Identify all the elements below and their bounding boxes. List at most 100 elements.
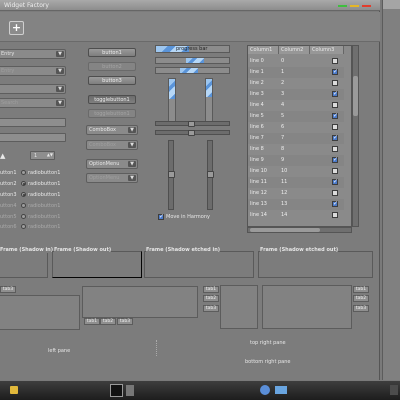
dropdown-arrow-icon[interactable]: ▼ bbox=[56, 86, 64, 92]
cell-checkbox[interactable] bbox=[332, 146, 338, 152]
notebook3-tab[interactable]: tab1 bbox=[203, 286, 219, 293]
dropdown-arrow-icon[interactable]: ▼ bbox=[128, 161, 136, 167]
table-row[interactable]: line 12 12 bbox=[248, 188, 344, 199]
terminal-icon[interactable] bbox=[110, 384, 123, 397]
table-row[interactable]: line 7 7 bbox=[248, 133, 344, 144]
vscale-1[interactable] bbox=[168, 140, 175, 210]
table-row[interactable]: line 13 13 bbox=[248, 199, 344, 210]
cell-checkbox[interactable] bbox=[332, 124, 338, 130]
column-header-3[interactable]: Column3 bbox=[310, 46, 344, 54]
scale-handle[interactable] bbox=[188, 130, 195, 136]
app-icon[interactable] bbox=[126, 385, 134, 396]
cell-checkbox[interactable] bbox=[332, 102, 338, 108]
notebook2-tab[interactable]: tab2 bbox=[100, 318, 116, 325]
pane-handle[interactable] bbox=[156, 340, 159, 356]
search-combo[interactable]: Search ▼ bbox=[0, 98, 66, 108]
dropdown-arrow-icon[interactable]: ▼ bbox=[56, 100, 64, 106]
notebook4-tab[interactable]: tab3 bbox=[353, 305, 369, 312]
radio-1[interactable] bbox=[21, 170, 26, 175]
column-header-1[interactable]: Column1 bbox=[248, 46, 279, 54]
scale-handle[interactable] bbox=[207, 171, 214, 178]
table-row[interactable]: line 14 14 bbox=[248, 210, 344, 221]
main-window: Widget Factory + Entry ▼ Entry ▼ ▼ Searc… bbox=[0, 0, 380, 380]
radio-3[interactable] bbox=[21, 192, 26, 197]
add-button[interactable]: + bbox=[9, 21, 24, 35]
table-row[interactable]: line 8 8 bbox=[248, 144, 344, 155]
plus-icon: + bbox=[11, 21, 22, 34]
table-row[interactable]: line 4 4 bbox=[248, 100, 344, 111]
text-entry-2[interactable] bbox=[0, 133, 66, 142]
toggle-button-1[interactable]: togglebutton1 bbox=[88, 95, 136, 104]
cell-checkbox[interactable] bbox=[332, 90, 338, 97]
button3[interactable]: button3 bbox=[88, 76, 136, 85]
button2: button2 bbox=[88, 62, 136, 71]
cell-checkbox[interactable] bbox=[332, 68, 338, 75]
scale-handle[interactable] bbox=[188, 121, 195, 127]
column-header-2[interactable]: Column2 bbox=[279, 46, 310, 54]
cell-checkbox[interactable] bbox=[332, 80, 338, 86]
globe-icon[interactable] bbox=[260, 385, 270, 395]
cell-checkbox[interactable] bbox=[332, 190, 338, 196]
title-bar[interactable]: Widget Factory bbox=[0, 0, 380, 11]
hscale-2[interactable] bbox=[155, 130, 230, 136]
spin-arrow-icon[interactable]: ▲ bbox=[0, 152, 5, 160]
tray-icon[interactable] bbox=[390, 385, 398, 395]
cell-checkbox[interactable] bbox=[332, 178, 338, 185]
background-window-titlebar[interactable] bbox=[383, 0, 400, 9]
combo-box-2[interactable]: ▼ bbox=[0, 84, 66, 94]
photo-icon[interactable] bbox=[275, 386, 287, 394]
notebook4-tab[interactable]: tab2 bbox=[353, 295, 369, 302]
table-row[interactable]: line 5 5 bbox=[248, 111, 344, 122]
cell-checkbox[interactable] bbox=[332, 200, 338, 207]
vertical-scrollbar[interactable] bbox=[352, 45, 359, 227]
dropdown-arrow-icon[interactable]: ▼ bbox=[128, 127, 136, 133]
cell-column1: line 12 bbox=[250, 190, 267, 196]
cell-checkbox[interactable] bbox=[332, 168, 338, 174]
scrollbar-thumb[interactable] bbox=[353, 76, 358, 116]
maximize-button[interactable] bbox=[350, 5, 359, 7]
dropdown-arrow-icon: ▼ bbox=[128, 142, 136, 148]
combobox-disabled: ComboBox ▼ bbox=[86, 140, 138, 150]
spin-arrows-icon[interactable]: ▲▼ bbox=[47, 152, 53, 157]
background-window[interactable] bbox=[382, 0, 400, 380]
radio-2[interactable] bbox=[21, 181, 26, 186]
table-row[interactable]: line 0 0 bbox=[248, 56, 344, 67]
minimize-button[interactable] bbox=[338, 5, 347, 7]
cell-checkbox[interactable] bbox=[332, 156, 338, 163]
combo-disabled-text: Entry bbox=[1, 68, 15, 74]
table-row[interactable]: line 6 6 bbox=[248, 122, 344, 133]
notebook3-tab[interactable]: tab3 bbox=[203, 305, 219, 312]
scale-handle[interactable] bbox=[168, 171, 175, 178]
cell-column1: line 8 bbox=[250, 146, 264, 152]
button1[interactable]: button1 bbox=[88, 48, 136, 57]
table-row[interactable]: line 2 2 bbox=[248, 78, 344, 89]
cell-checkbox[interactable] bbox=[332, 212, 338, 218]
spin-button[interactable]: 1 ▲▼ bbox=[30, 151, 55, 160]
notebook3-tab[interactable]: tab2 bbox=[203, 295, 219, 302]
tree-view[interactable]: Column1 Column2 Column3 line 0 0 line 1 1 li… bbox=[247, 45, 352, 227]
cell-checkbox[interactable] bbox=[332, 112, 338, 119]
text-entry[interactable] bbox=[0, 118, 66, 127]
close-button[interactable] bbox=[362, 5, 371, 7]
table-row[interactable]: line 9 9 bbox=[248, 155, 344, 166]
cell-checkbox[interactable] bbox=[332, 134, 338, 141]
combo-entry[interactable]: Entry ▼ bbox=[0, 49, 66, 59]
notebook1-tab[interactable]: tab3 bbox=[0, 286, 16, 293]
horizontal-scrollbar[interactable] bbox=[247, 227, 352, 233]
table-row[interactable]: line 10 10 bbox=[248, 166, 344, 177]
combobox[interactable]: ComboBox ▼ bbox=[86, 125, 138, 135]
notebook2-tab[interactable]: tab3 bbox=[117, 318, 133, 325]
table-row[interactable]: line 11 11 bbox=[248, 177, 344, 188]
cell-checkbox[interactable] bbox=[332, 58, 338, 64]
hscale-1[interactable] bbox=[155, 121, 230, 127]
notebook2-tab[interactable]: tab1 bbox=[84, 318, 100, 325]
scrollbar-thumb[interactable] bbox=[250, 228, 320, 232]
dropdown-arrow-icon[interactable]: ▼ bbox=[56, 51, 64, 57]
move-in-harmony-checkbox[interactable] bbox=[158, 213, 164, 220]
folder-icon[interactable] bbox=[10, 386, 18, 394]
table-row[interactable]: line 1 1 bbox=[248, 67, 344, 78]
notebook4-tab[interactable]: tab1 bbox=[353, 286, 369, 293]
table-row[interactable]: line 3 3 bbox=[248, 89, 344, 100]
option-menu[interactable]: OptionMenu ▼ bbox=[86, 159, 138, 169]
vscale-2[interactable] bbox=[207, 140, 214, 210]
